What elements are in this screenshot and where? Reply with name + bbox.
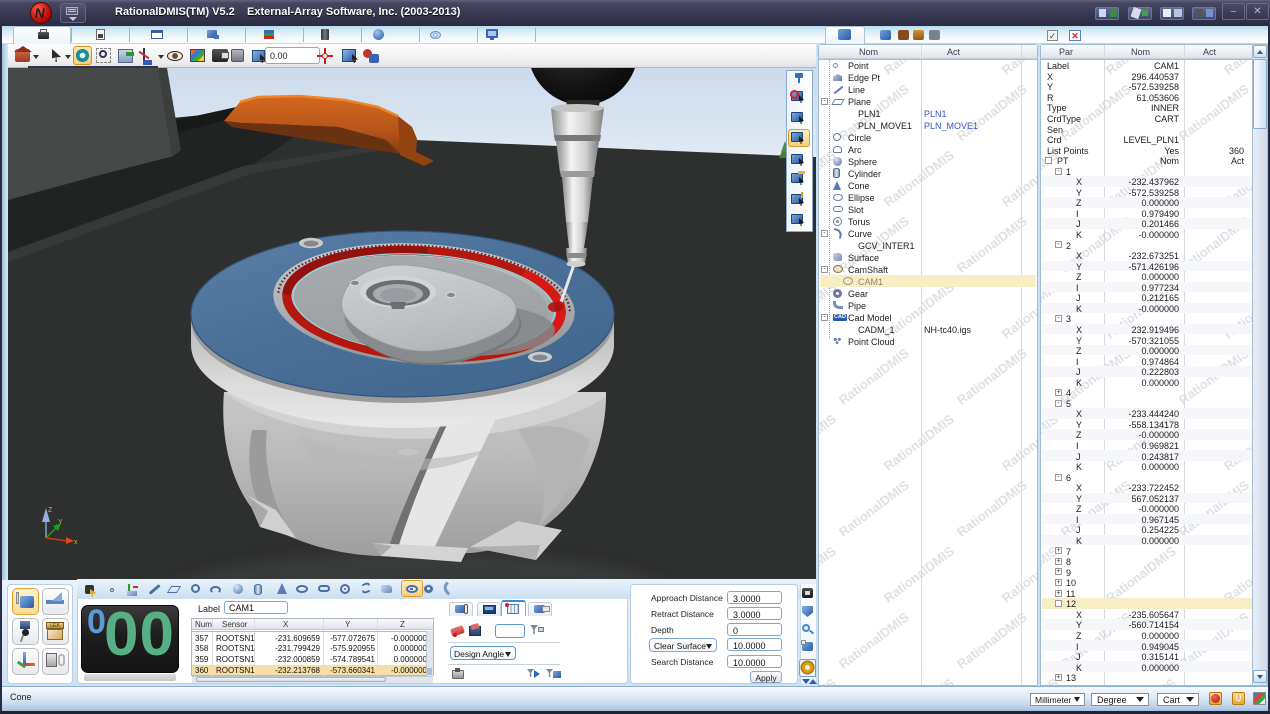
svg-text:x: x	[74, 539, 78, 546]
svg-text:Z: Z	[48, 507, 53, 514]
svg-text:Y: Y	[58, 519, 63, 526]
